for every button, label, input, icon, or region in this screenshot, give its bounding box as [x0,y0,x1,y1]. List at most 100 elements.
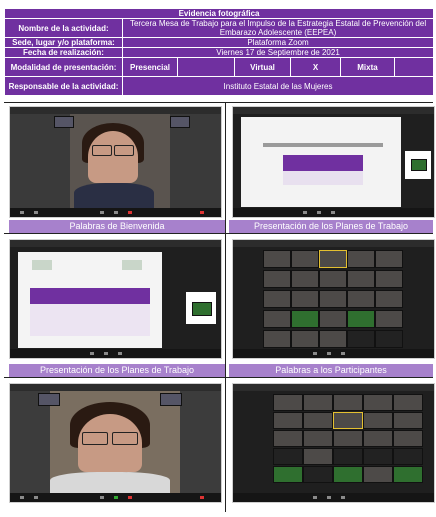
modality-virtual-mark: X [290,57,341,77]
document-logo [32,260,52,270]
participant-tile [273,430,303,447]
participant-tile [291,330,319,348]
photo-workplans-doc-2 [9,239,222,359]
participant-tile [263,310,291,328]
grid-line-row2 [4,377,433,378]
grid-line-top [4,102,433,103]
speaker-glasses-left [82,432,108,445]
participant-tile [393,430,423,447]
participant-tile [393,394,423,411]
zoom-toolbar [233,493,434,502]
participant-tile [263,290,291,308]
participant-tile-logo [273,466,303,483]
modality-label: Modalidad de presentación: [4,57,123,77]
activity-info-table: Evidencia fotográfica Nombre de la activ… [3,8,435,96]
caption-workplans-1: Presentación de los Planes de Trabajo [229,220,433,233]
caption-participants: Palabras a los Participantes [229,364,433,377]
photo-speaker-2 [9,383,222,503]
zoom-toolbar [233,208,434,217]
participant-tile [375,250,403,268]
modality-mixta: Mixta [340,57,395,77]
photo-workplans-doc-1 [232,106,435,218]
participant-tile [303,394,333,411]
participant-tile [347,270,375,288]
modality-presencial: Presencial [122,57,178,77]
thumbnail-tile [54,116,74,128]
participant-tile [291,290,319,308]
participant-tile [375,310,403,328]
participant-tile [393,412,423,429]
caption-workplans-2: Presentación de los Planes de Trabajo [9,364,225,377]
participant-tile-active [333,412,363,429]
participant-logo-tile [192,302,212,316]
document-table-body [283,171,363,185]
participant-tile [291,250,319,268]
zoom-toolbar [10,349,221,358]
window-titlebar [233,107,434,114]
thumbnail-tile [160,393,182,406]
venue-label: Sede, lugar y/o plataforma: [4,37,123,48]
photo-participants-gallery-1 [232,239,435,359]
participant-tile [273,394,303,411]
document-heading-lines [263,143,383,147]
participant-tile-off [303,466,333,483]
participant-tile [363,430,393,447]
document-table-header [30,288,150,304]
grid-line-row1 [4,233,433,234]
participant-tile-logo [333,466,363,483]
participant-tile [303,448,333,465]
speaker-shirt [74,183,154,208]
participant-tile-off [333,448,363,465]
window-titlebar [10,240,221,247]
date-value: Viernes 17 de Septiembre de 2021 [121,47,435,58]
photo-grid: Palabras de Bienvenida Presentación de l… [4,102,435,512]
participant-tile-logo [291,310,319,328]
document-logo [122,260,142,270]
participant-tile [319,290,347,308]
participant-tile [303,412,333,429]
participant-tile-off [273,448,303,465]
participant-tile [363,466,393,483]
speaker-glasses-right [112,432,138,445]
activity-name-label: Nombre de la actividad: [4,18,123,38]
window-titlebar [10,384,221,391]
responsible-value: Instituto Estatal de las Mujeres [121,76,435,96]
participant-tile [333,394,363,411]
date-label: Fecha de realización: [4,47,123,58]
thumbnail-tile [170,116,190,128]
photo-welcome-speaker [9,106,222,218]
participant-tile-off [393,448,423,465]
speaker-shirt [50,472,170,493]
window-titlebar [233,384,434,391]
participant-tile [319,330,347,348]
thumbnail-tile [38,393,60,406]
evidence-sheet: Evidencia fotográfica Nombre de la activ… [3,8,435,512]
window-titlebar [10,107,221,114]
document-table-header [283,155,363,171]
grid-divider-vertical [225,102,226,512]
participant-tile [263,250,291,268]
participant-tile [291,270,319,288]
participant-tile [273,412,303,429]
caption-welcome: Palabras de Bienvenida [9,220,225,233]
participant-tile [347,290,375,308]
modality-virtual: Virtual [234,57,291,77]
participant-tile [319,270,347,288]
participant-tile [347,250,375,268]
zoom-toolbar [10,493,221,502]
participant-tile [263,270,291,288]
modality-presencial-box [177,57,235,77]
participant-tile-off [363,448,393,465]
participant-tile [363,412,393,429]
participant-tile [319,310,347,328]
participant-tile [375,290,403,308]
participant-logo-tile [411,159,427,171]
speaker-face [88,131,138,183]
participant-tile [375,270,403,288]
photo-participants-gallery-2 [232,383,435,503]
window-titlebar [233,240,434,247]
sheet-title: Evidencia fotográfica [3,8,435,19]
activity-name-value: Tercera Mesa de Trabajo para el Impulso … [121,18,435,38]
participant-tile-logo [347,310,375,328]
modality-mixta-box [393,57,435,77]
